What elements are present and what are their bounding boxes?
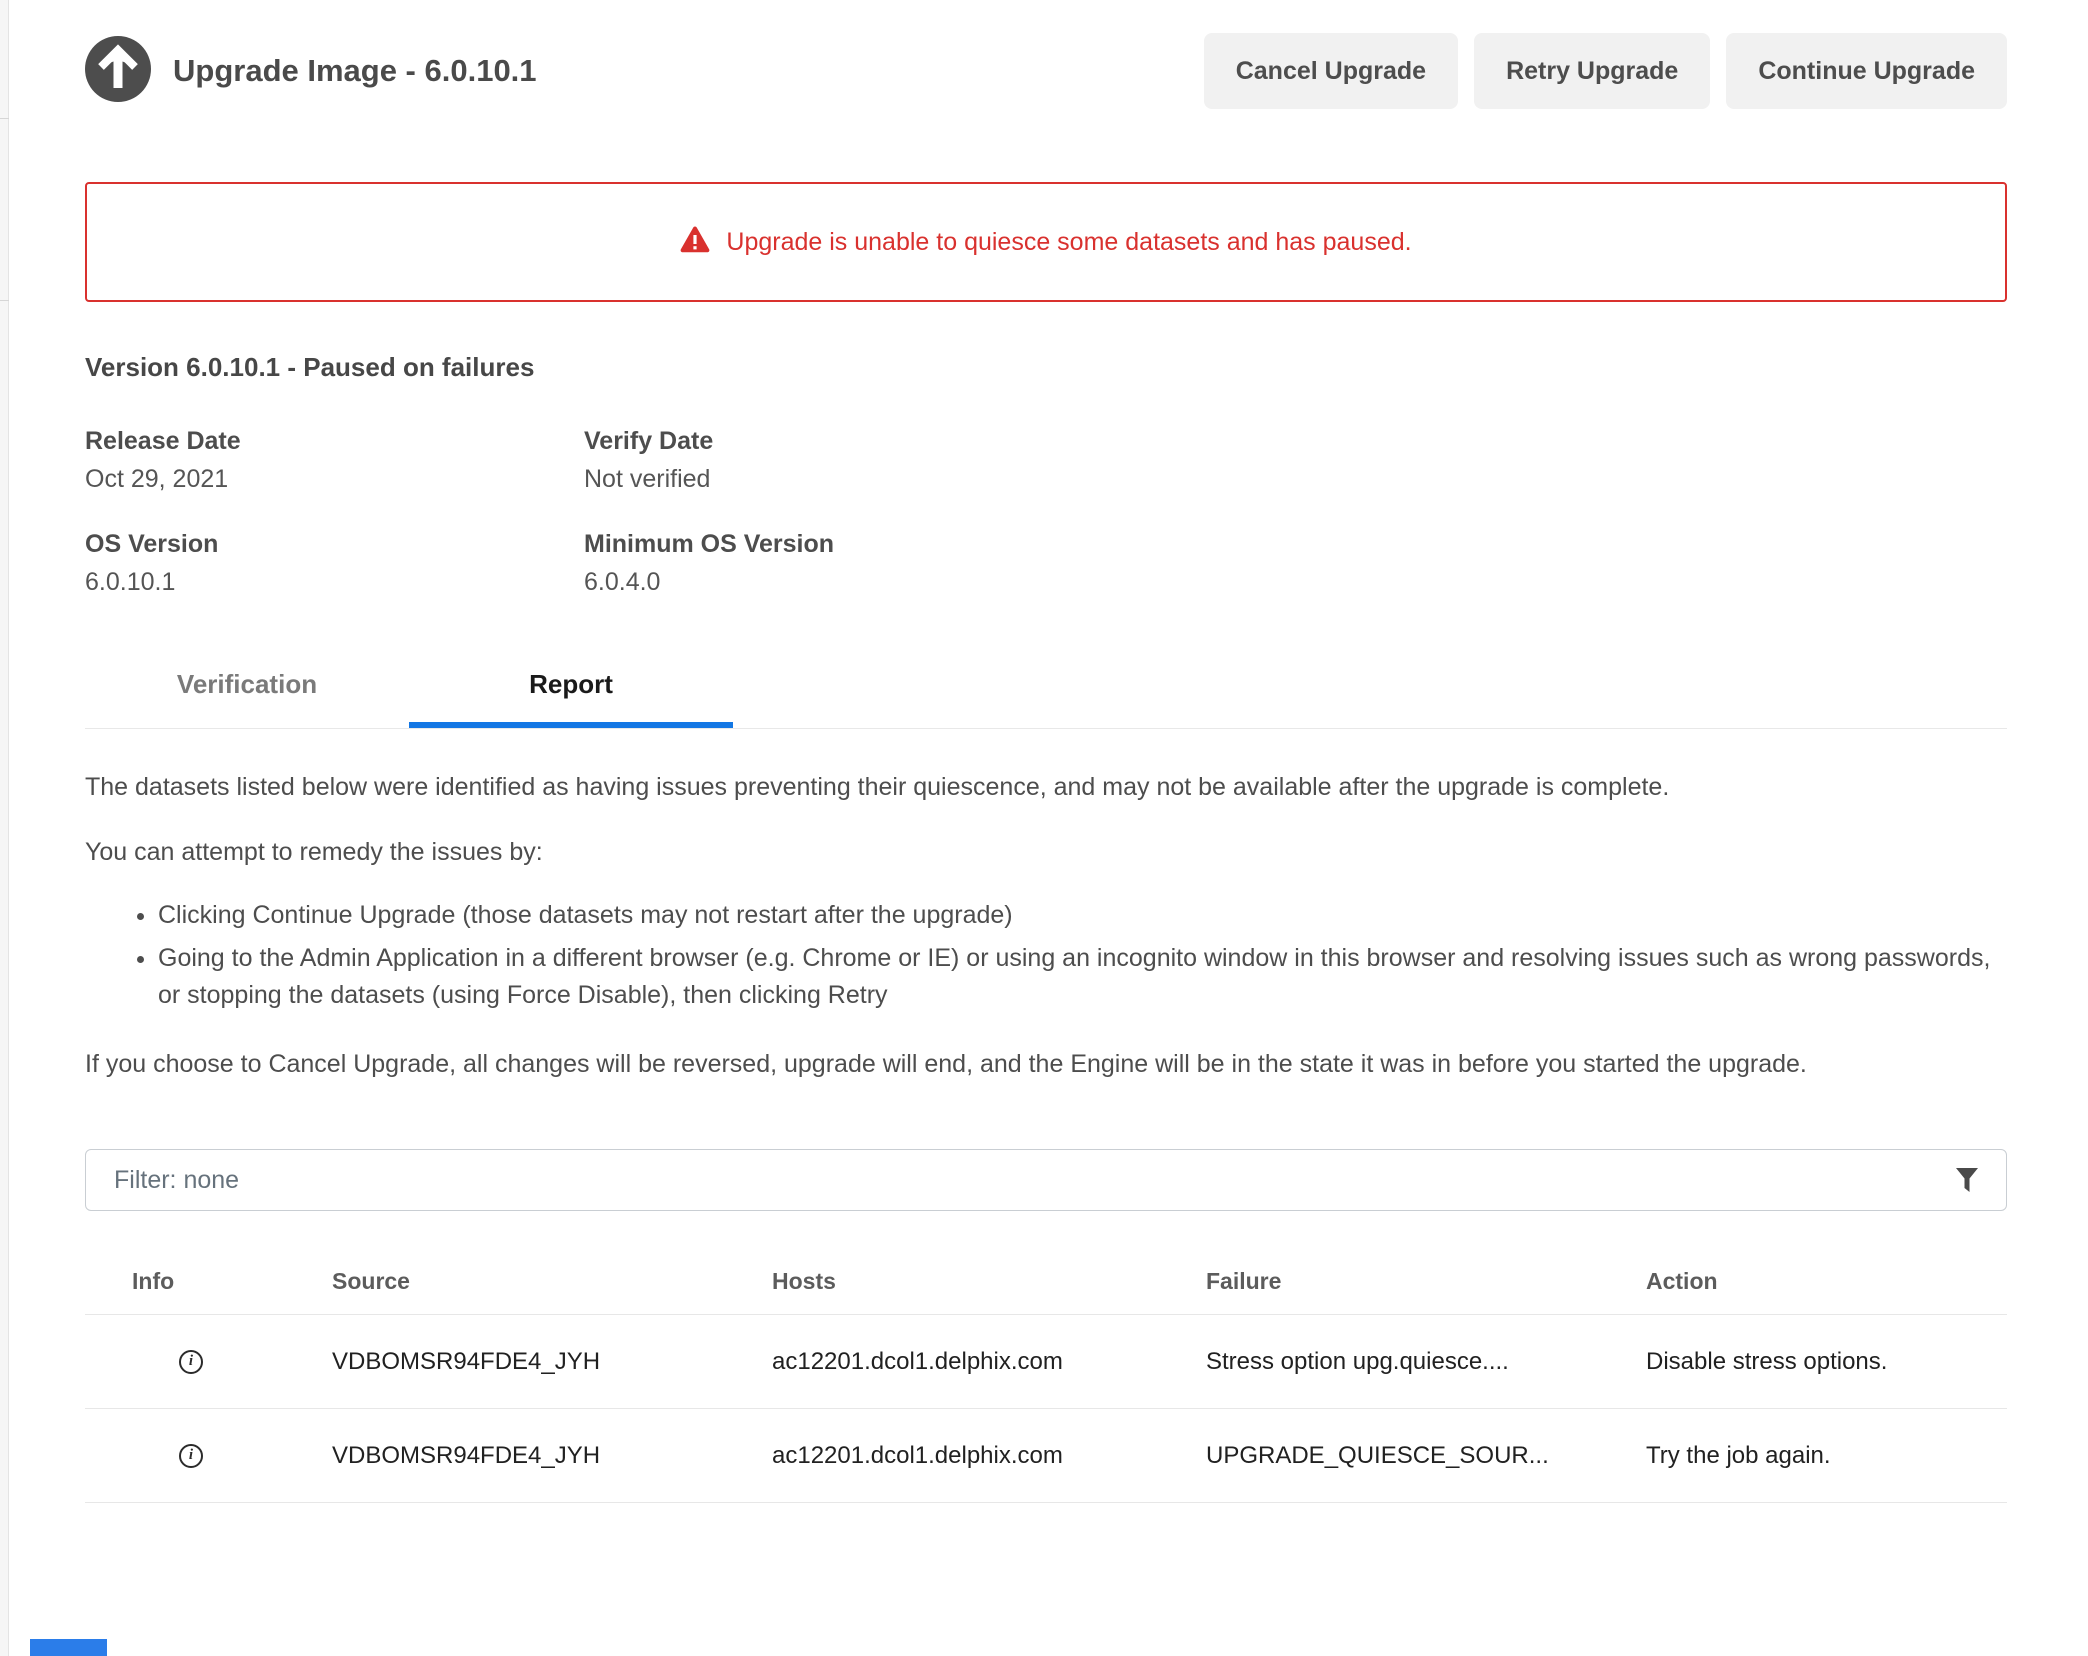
hosts-cell: ac12201.dcol1.delphix.com — [772, 1348, 1206, 1376]
os-version-field: OS Version 6.0.10.1 — [85, 530, 584, 597]
col-header-info: Info — [85, 1268, 332, 1295]
release-date-field: Release Date Oct 29, 2021 — [85, 427, 584, 494]
filter-funnel-icon[interactable] — [1956, 1168, 1978, 1192]
action-cell: Disable stress options. — [1646, 1348, 2007, 1376]
version-status-heading: Version 6.0.10.1 - Paused on failures — [85, 352, 2007, 383]
failure-cell: Stress option upg.quiesce.... — [1206, 1348, 1646, 1376]
cancel-upgrade-button[interactable]: Cancel Upgrade — [1204, 33, 1458, 109]
source-cell: VDBOMSR94FDE4_JYH — [332, 1348, 772, 1376]
sidebar-divider — [0, 300, 9, 301]
remedy-lead-text: You can attempt to remedy the issues by: — [85, 834, 2007, 871]
page-header: Upgrade Image - 6.0.10.1 Cancel Upgrade … — [85, 33, 2007, 109]
remedy-list: Clicking Continue Upgrade (those dataset… — [85, 897, 2007, 1014]
tab-report[interactable]: Report — [409, 643, 733, 728]
verify-date-label: Verify Date — [584, 427, 2007, 456]
sidebar-divider — [0, 118, 9, 119]
table-row[interactable]: i VDBOMSR94FDE4_JYH ac12201.dcol1.delphi… — [85, 1409, 2007, 1503]
warning-triangle-icon — [680, 226, 710, 258]
remedy-item-continue: Clicking Continue Upgrade (those dataset… — [158, 897, 2007, 934]
continue-upgrade-button[interactable]: Continue Upgrade — [1726, 33, 2007, 109]
page-title: Upgrade Image - 6.0.10.1 — [173, 53, 537, 89]
report-intro-text: The datasets listed below were identifie… — [85, 769, 2007, 806]
chat-launcher-cutoff[interactable] — [30, 1639, 107, 1656]
upgrade-arrow-icon — [85, 36, 151, 107]
table-row[interactable]: i VDBOMSR94FDE4_JYH ac12201.dcol1.delphi… — [85, 1315, 2007, 1409]
failure-cell: UPGRADE_QUIESCE_SOUR... — [1206, 1442, 1646, 1470]
upgrade-page: Upgrade Image - 6.0.10.1 Cancel Upgrade … — [0, 0, 2088, 1656]
remedy-item-admin-app: Going to the Admin Application in a diff… — [158, 940, 2007, 1014]
table-header-row: Info Source Hosts Failure Action — [85, 1249, 2007, 1315]
source-cell: VDBOMSR94FDE4_JYH — [332, 1442, 772, 1470]
alert-message: Upgrade is unable to quiesce some datase… — [726, 228, 1411, 257]
verify-date-field: Verify Date Not verified — [584, 427, 2007, 494]
retry-upgrade-button[interactable]: Retry Upgrade — [1474, 33, 1710, 109]
tab-verification[interactable]: Verification — [85, 643, 409, 728]
col-header-action: Action — [1646, 1268, 2007, 1295]
filter-bar[interactable]: Filter: none — [85, 1149, 2007, 1211]
info-icon[interactable]: i — [179, 1350, 203, 1374]
release-date-label: Release Date — [85, 427, 584, 456]
release-date-value: Oct 29, 2021 — [85, 465, 584, 494]
table-body: i VDBOMSR94FDE4_JYH ac12201.dcol1.delphi… — [85, 1315, 2007, 1503]
action-cell: Try the job again. — [1646, 1442, 2007, 1470]
min-os-version-field: Minimum OS Version 6.0.4.0 — [584, 530, 2007, 597]
quiesce-alert-banner: Upgrade is unable to quiesce some datase… — [85, 182, 2007, 302]
failures-table: Info Source Hosts Failure Action i VDBOM… — [85, 1249, 2007, 1503]
collapsed-sidebar-strip — [0, 0, 9, 1656]
tab-bar: Verification Report — [85, 643, 2007, 729]
min-os-version-value: 6.0.4.0 — [584, 568, 2007, 597]
col-header-source: Source — [332, 1268, 772, 1295]
hosts-cell: ac12201.dcol1.delphix.com — [772, 1442, 1206, 1470]
header-actions: Cancel Upgrade Retry Upgrade Continue Up… — [1204, 33, 2007, 109]
version-meta: Release Date Oct 29, 2021 Verify Date No… — [85, 427, 2007, 597]
col-header-failure: Failure — [1206, 1268, 1646, 1295]
os-version-label: OS Version — [85, 530, 584, 559]
verify-date-value: Not verified — [584, 465, 2007, 494]
filter-value: Filter: none — [114, 1166, 1956, 1195]
info-icon[interactable]: i — [179, 1444, 203, 1468]
col-header-hosts: Hosts — [772, 1268, 1206, 1295]
os-version-value: 6.0.10.1 — [85, 568, 584, 597]
min-os-version-label: Minimum OS Version — [584, 530, 2007, 559]
cancel-note-text: If you choose to Cancel Upgrade, all cha… — [85, 1046, 1965, 1083]
